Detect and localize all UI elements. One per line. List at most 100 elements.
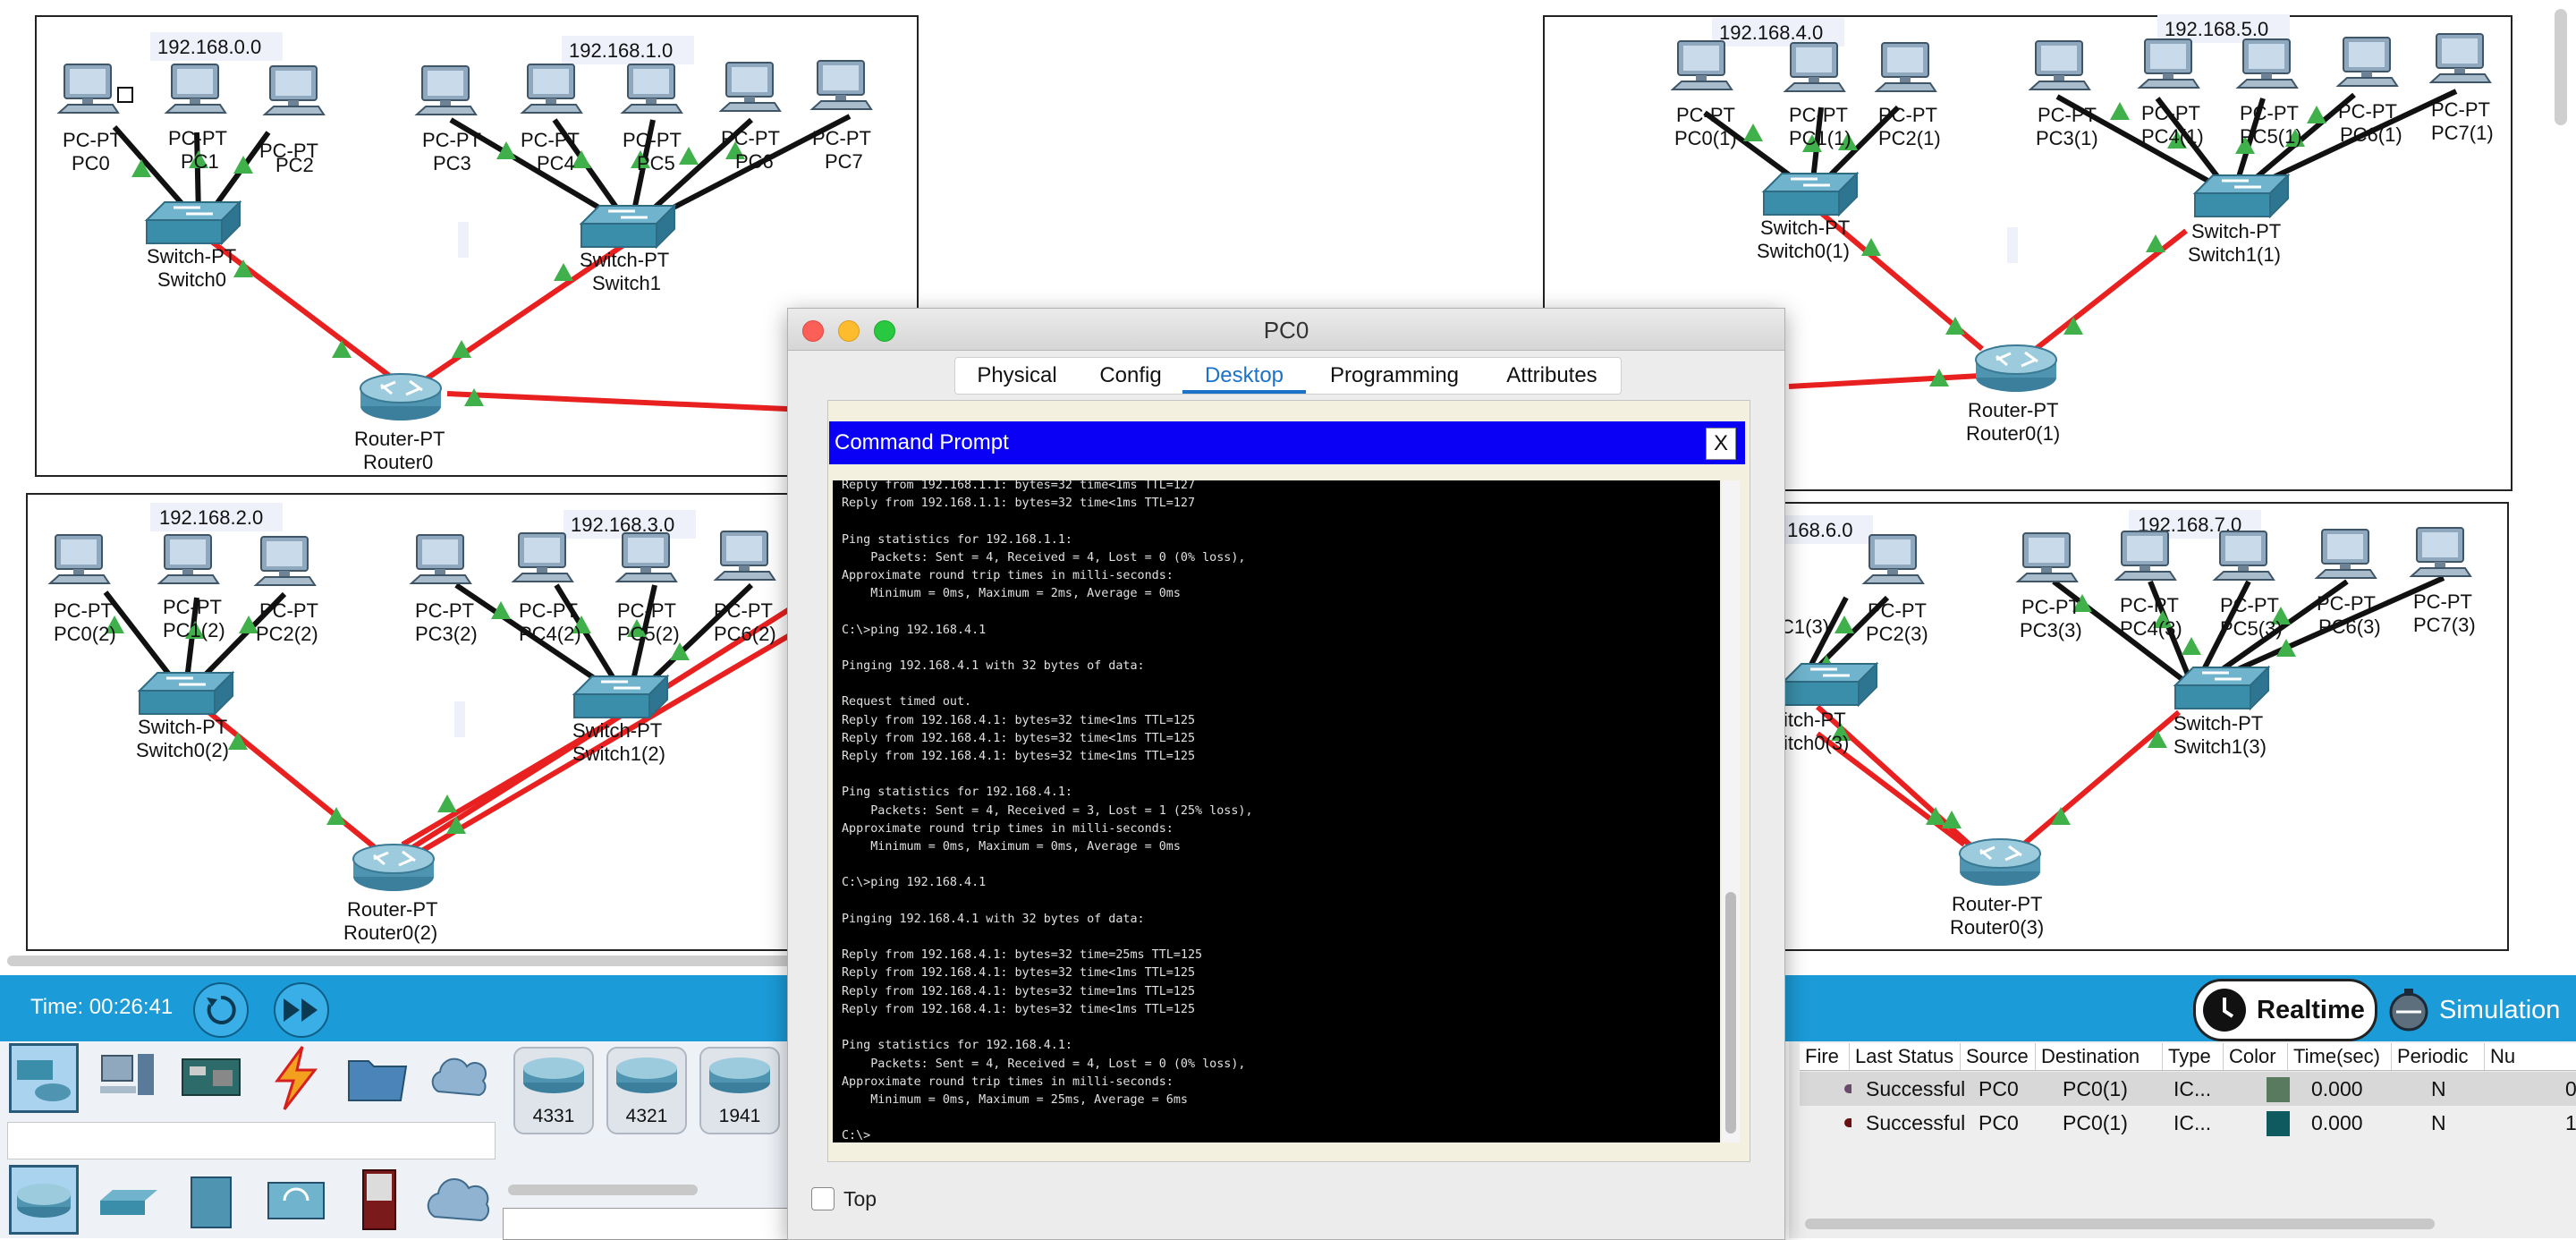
pc-device[interactable] (416, 65, 477, 115)
model-scrollbar[interactable] (508, 1185, 698, 1195)
category-miscellaneous[interactable] (343, 1043, 413, 1113)
switch-device[interactable] (2174, 666, 2270, 710)
pc-device[interactable] (2337, 37, 2398, 87)
subcategory-security[interactable] (343, 1165, 413, 1235)
subcategory-wan-emulation[interactable] (424, 1165, 494, 1235)
category-network-devices[interactable] (9, 1043, 79, 1113)
category-components[interactable] (177, 1043, 247, 1113)
pc-device[interactable] (811, 60, 872, 110)
pc-device[interactable] (616, 532, 677, 582)
switch-device[interactable] (138, 671, 234, 716)
pc-device[interactable] (58, 64, 133, 114)
pc-type-label: PC-PT (521, 129, 580, 151)
pc-device[interactable] (622, 64, 682, 114)
pc-device[interactable] (2115, 531, 2176, 581)
category-multiuser[interactable] (424, 1043, 494, 1113)
category-end-devices[interactable] (93, 1043, 163, 1113)
router-model-tile[interactable]: 1941 (699, 1047, 780, 1134)
event-time: 0.000 (2311, 1111, 2363, 1134)
pc-type-label: PC-PT (1789, 104, 1848, 126)
realtime-mode-button[interactable]: Realtime (2193, 979, 2377, 1041)
pc-device[interactable] (1672, 40, 1733, 90)
close-command-prompt-button[interactable]: X (1706, 428, 1736, 460)
tab-attributes[interactable]: Attributes (1483, 358, 1621, 394)
pc-name-label: PC4(1) (2141, 125, 2204, 148)
tab-physical[interactable]: Physical (955, 358, 1079, 394)
pc-device[interactable] (513, 532, 573, 582)
tab-desktop[interactable]: Desktop (1182, 358, 1306, 394)
column-header[interactable]: Periodic (2392, 1043, 2485, 1070)
top-checkbox[interactable] (811, 1187, 835, 1210)
column-header[interactable]: Fire (1800, 1043, 1850, 1070)
pc-device[interactable] (2237, 38, 2298, 89)
pc-device[interactable] (255, 536, 316, 586)
pc-device[interactable] (2316, 529, 2377, 579)
tab-config[interactable]: Config (1079, 358, 1182, 394)
pc-device[interactable] (2411, 527, 2471, 577)
column-header[interactable]: Last Status (1850, 1043, 1961, 1070)
time-display: Time: 00:26:41 (30, 995, 174, 1019)
power-cycle-button[interactable] (193, 982, 249, 1038)
pc-type-label: PC-PT (2240, 102, 2299, 124)
vertical-scrollbar[interactable] (2555, 9, 2567, 125)
router-device[interactable] (1958, 837, 2042, 888)
pc0-window: PC0 Physical Config Desktop Programming … (787, 308, 1785, 1240)
event-row[interactable]: Successful PC0 PC0(1) IC... 0.000 N 0 (1800, 1072, 2576, 1106)
pc-device[interactable] (720, 62, 781, 112)
pc-device[interactable] (1863, 534, 1924, 584)
pc-device[interactable] (2139, 38, 2199, 89)
device-labels-top-left: PC-PTPC0 PC-PTPC1 PC-PTPC2 PC-PTPC3 PC-P… (63, 127, 871, 473)
pc-device[interactable] (1784, 42, 1845, 92)
category-connections[interactable] (261, 1043, 331, 1113)
simulation-mode-button[interactable]: Simulation (2379, 979, 2576, 1041)
pc-device[interactable] (49, 534, 110, 584)
pc-device[interactable] (411, 534, 471, 584)
canvas-marker (454, 701, 465, 737)
event-row[interactable]: Successful PC0 PC0(1) IC... 0.000 N 1 (1800, 1106, 2576, 1140)
column-header[interactable]: Source (1961, 1043, 2036, 1070)
router-model-label: 4321 (625, 1106, 668, 1126)
switch-device[interactable] (1762, 172, 1859, 217)
pc-device[interactable] (1876, 42, 1936, 92)
event-list-scrollbar[interactable] (1805, 1219, 2435, 1229)
column-header[interactable]: Color (2224, 1043, 2288, 1070)
subcategory-routers[interactable] (9, 1165, 79, 1235)
column-header[interactable]: Nu (2485, 1043, 2576, 1070)
pc-device[interactable] (264, 65, 325, 115)
router-device[interactable] (359, 372, 443, 422)
router-model-tile[interactable]: 4331 (513, 1047, 594, 1134)
pc-device[interactable] (165, 64, 226, 114)
window-titlebar[interactable]: PC0 (788, 309, 1784, 351)
column-header[interactable]: Time(sec) (2288, 1043, 2392, 1070)
pc-device[interactable] (2214, 531, 2275, 581)
column-header[interactable]: Type (2163, 1043, 2224, 1070)
router-type-label: Router-PT (354, 428, 445, 450)
terminal-output[interactable]: Reply from 192.168.1.1: bytes=32 time<1m… (833, 480, 1720, 1142)
column-header[interactable]: Destination (2036, 1043, 2163, 1070)
switch-device[interactable] (145, 200, 242, 245)
switch-device[interactable] (2193, 174, 2290, 218)
lightning-icon (275, 1046, 318, 1110)
pc-device[interactable] (521, 64, 582, 114)
terminal-scroll-thumb[interactable] (1725, 892, 1736, 1134)
network-label: 192.168.0.0 (157, 36, 261, 58)
pc-device[interactable] (2029, 40, 2090, 90)
fast-forward-button[interactable] (274, 982, 329, 1038)
pc-device[interactable] (158, 534, 219, 584)
router-model-tile[interactable]: 4321 (606, 1047, 687, 1134)
pc-device[interactable] (2430, 33, 2491, 83)
device-search-field[interactable] (7, 1122, 496, 1159)
pc-device[interactable] (2017, 532, 2078, 582)
subcategory-hubs[interactable] (177, 1165, 247, 1235)
switch-device[interactable] (1782, 662, 1878, 707)
router-device[interactable] (352, 843, 436, 893)
pc-device[interactable] (715, 531, 775, 581)
subcategory-wireless[interactable] (261, 1165, 331, 1235)
tab-programming[interactable]: Programming (1306, 358, 1483, 394)
terminal-scrollbar[interactable] (1722, 480, 1740, 1142)
switch-device[interactable] (572, 675, 669, 719)
router-device[interactable] (1974, 344, 2058, 394)
switch-device[interactable] (580, 204, 676, 249)
pc-name-label: PC2(3) (1866, 623, 1928, 645)
subcategory-switches[interactable] (93, 1165, 163, 1235)
